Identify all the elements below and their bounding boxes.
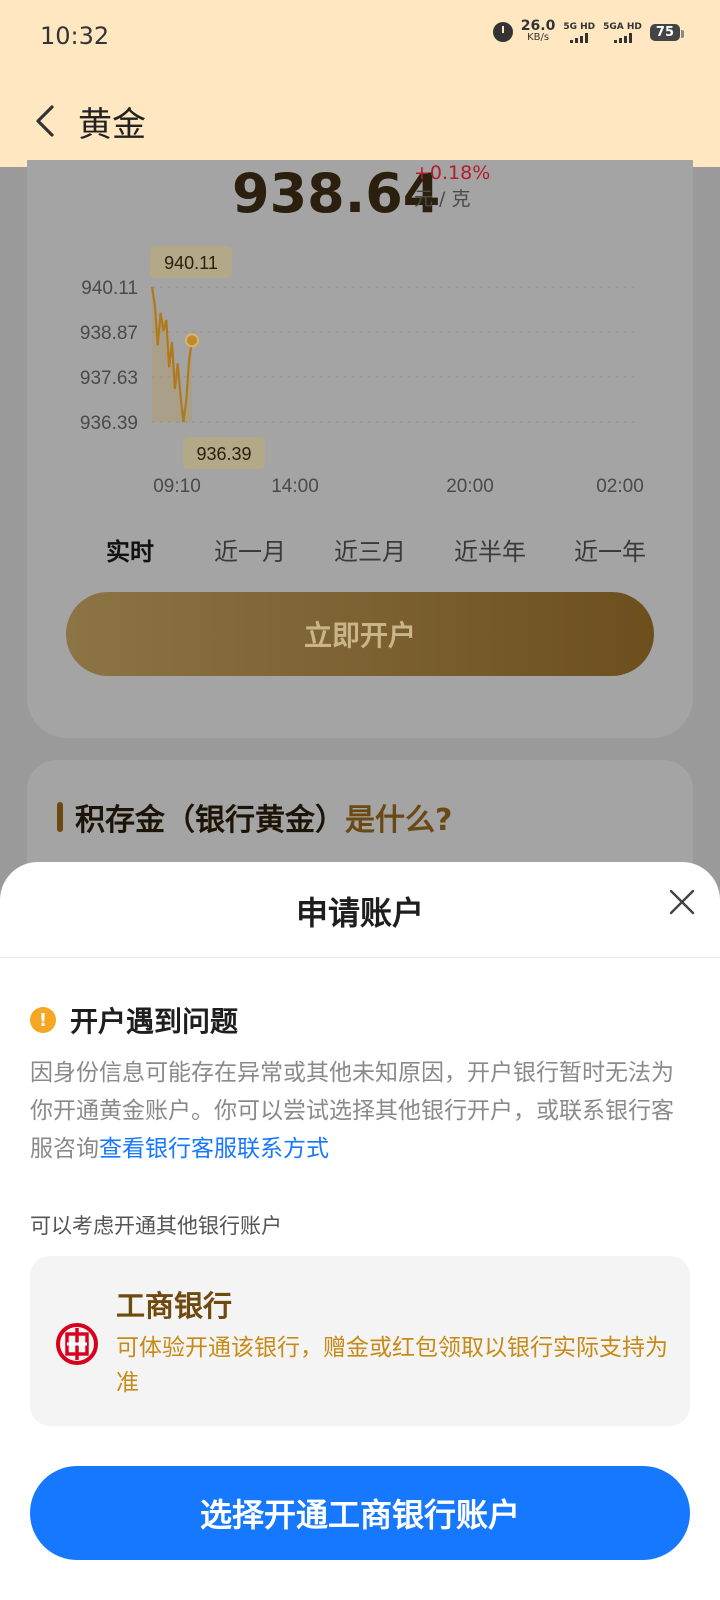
x-tick-label: 14:00 <box>271 476 319 497</box>
problem-header: ! 开户遇到问题 <box>30 1000 238 1040</box>
sheet-title: 申请账户 <box>295 894 424 932</box>
tab-realtime[interactable]: 实时 <box>70 532 190 567</box>
range-tabs: 实时 近一月 近三月 近半年 近一年 <box>70 532 670 567</box>
bank-name: 工商银行 <box>116 1289 233 1323</box>
info-heading-question: 是什么? <box>345 803 453 838</box>
x-tick-label: 02:00 <box>596 476 644 497</box>
info-heading-main: 积存金（银行黄金） <box>75 803 345 838</box>
icbc-logo-icon <box>56 1323 98 1365</box>
heading-accent-bar <box>57 802 63 832</box>
low-label: 936.39 <box>196 444 251 464</box>
consider-text: 可以考虑开通其他银行账户 <box>30 1214 282 1238</box>
customer-service-link[interactable]: 查看银行客服联系方式 <box>99 1136 329 1162</box>
high-label: 940.11 <box>164 253 218 273</box>
y-tick-label: 936.39 <box>80 413 138 434</box>
tab-one-year[interactable]: 近一年 <box>550 532 670 567</box>
x-tick-label: 09:10 <box>153 476 201 497</box>
problem-title: 开户遇到问题 <box>70 1005 239 1038</box>
x-tick-label: 20:00 <box>446 476 494 497</box>
close-icon[interactable] <box>668 888 696 916</box>
price-chart: 940.11 938.87 937.63 936.39 09:10 14:00 20:00 0… <box>80 246 644 497</box>
tab-half-year[interactable]: 近半年 <box>430 532 550 567</box>
y-tick-label: 937.63 <box>80 368 138 389</box>
bank-description: 可体验开通该银行，赠金或红包领取以银行实际支持为准 <box>116 1335 668 1396</box>
current-point <box>185 333 199 348</box>
tab-one-month[interactable]: 近一月 <box>190 532 310 567</box>
y-tick-label: 940.11 <box>81 278 138 299</box>
open-account-button[interactable]: 立即开户 <box>66 592 654 676</box>
warning-icon: ! <box>30 1007 56 1033</box>
info-heading: 积存金（银行黄金） 是什么? <box>57 795 452 839</box>
problem-description: 因身份信息可能存在异常或其他未知原因，开户银行暂时无法为你开通黄金账户。你可以尝… <box>30 1054 690 1168</box>
select-bank-button[interactable]: 选择开通工商银行账户 <box>30 1466 690 1560</box>
divider <box>0 957 720 958</box>
y-tick-label: 938.87 <box>80 323 138 344</box>
tab-three-months[interactable]: 近三月 <box>310 532 430 567</box>
